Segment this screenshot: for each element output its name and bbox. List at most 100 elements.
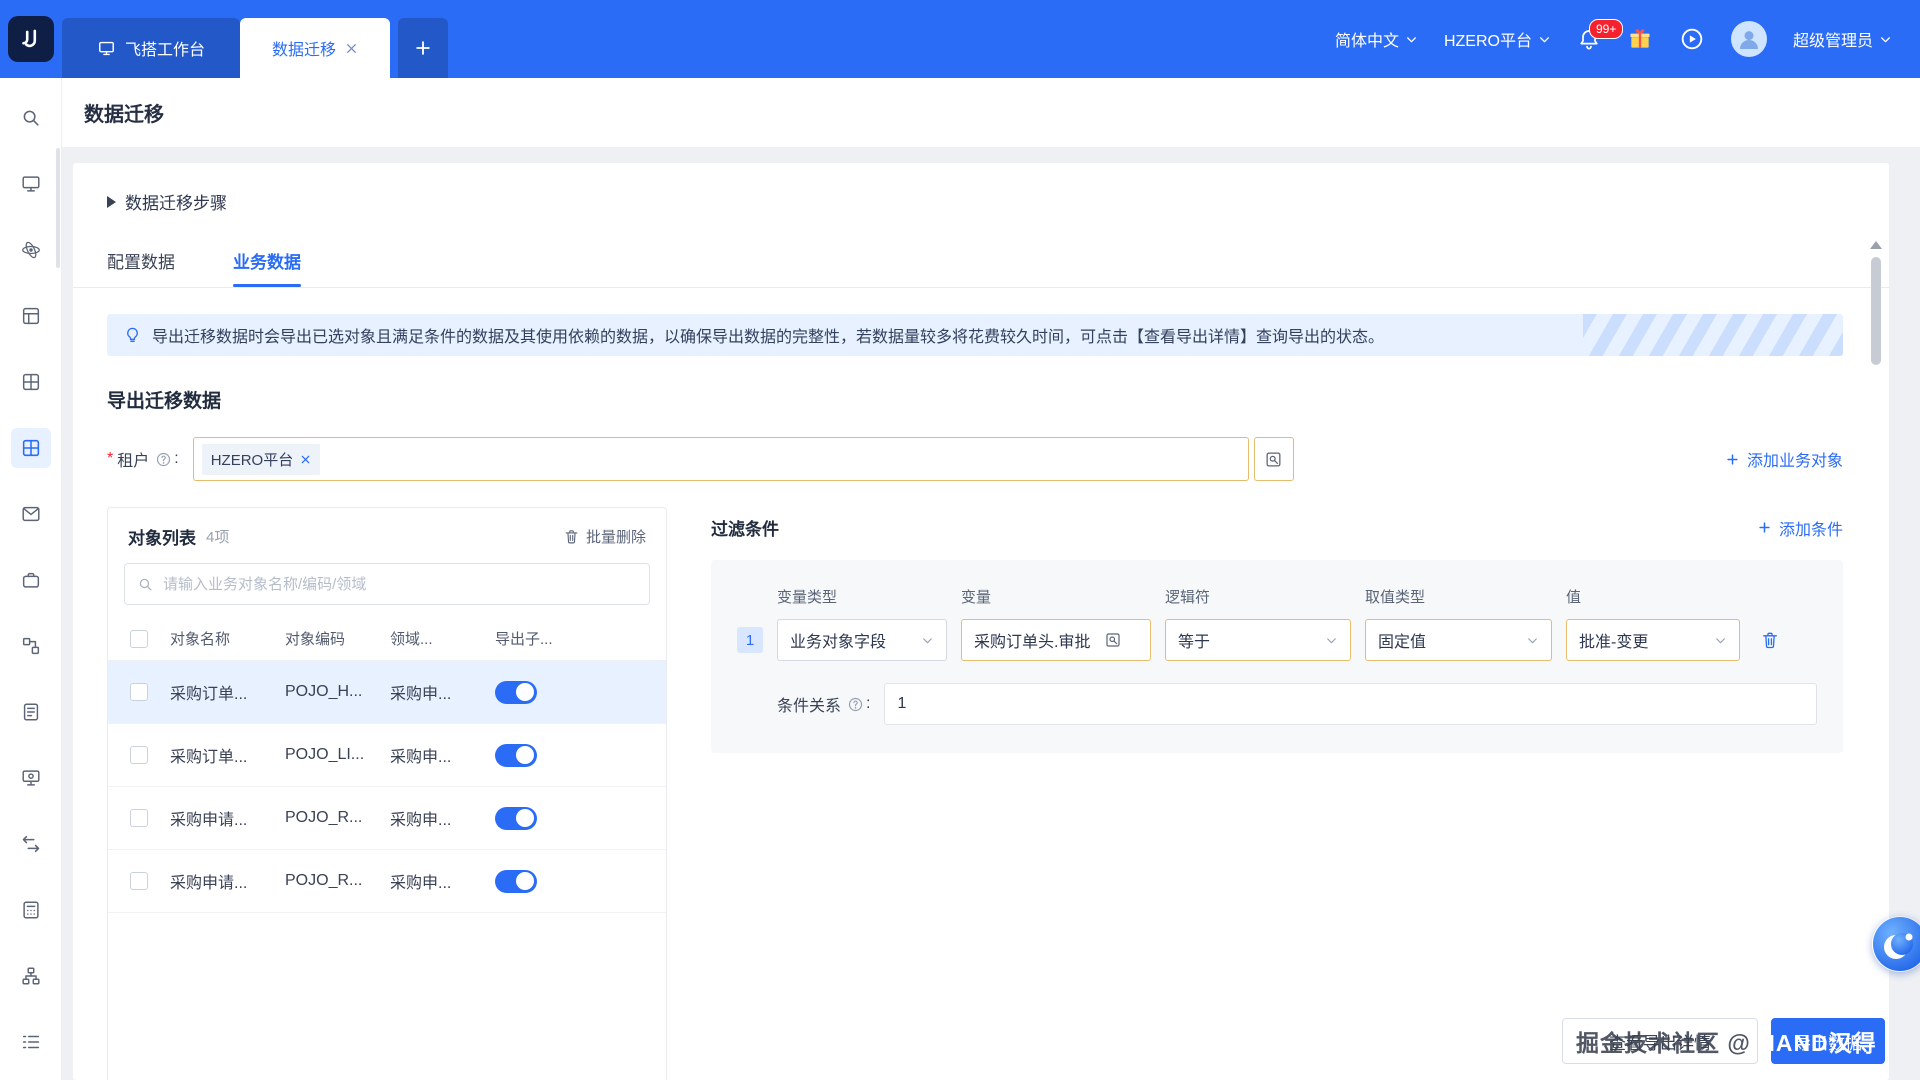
tip-bulb-icon xyxy=(127,327,138,342)
tab-workbench[interactable]: 飞搭工作台 xyxy=(62,18,240,78)
operator-select[interactable]: 等于 xyxy=(1165,619,1351,661)
sidebar-item-tables-1[interactable] xyxy=(11,296,51,336)
row-checkbox[interactable] xyxy=(130,683,148,701)
object-name: 采购订单... xyxy=(170,686,248,703)
sidebar-item-model[interactable] xyxy=(11,230,51,270)
export-children-toggle[interactable] xyxy=(495,743,537,767)
export-children-toggle[interactable] xyxy=(495,806,537,830)
label-value-type: 取值类型 xyxy=(1365,589,1426,606)
object-code: POJO_H... xyxy=(285,683,363,700)
tag-remove-icon[interactable] xyxy=(300,454,311,465)
object-name: 采购订单... xyxy=(170,749,248,766)
vertical-scrollbar xyxy=(1869,241,1883,365)
sidebar-item-data-migration[interactable] xyxy=(10,428,51,468)
notifications-button[interactable]: 99+ xyxy=(1577,19,1624,51)
chat-widget-button[interactable] xyxy=(1872,916,1920,972)
view-export-details-button[interactable]: 查看导出详情 xyxy=(1562,1018,1758,1064)
banner-stripes-decoration xyxy=(1583,314,1843,356)
relation-input[interactable] xyxy=(884,683,1817,725)
add-business-object-label: 添加业务对象 xyxy=(1746,453,1843,470)
delete-condition-button[interactable] xyxy=(1760,630,1780,650)
sidebar-item-workbench[interactable] xyxy=(11,164,51,204)
sidebar-item-monitor-config[interactable] xyxy=(11,758,51,798)
plus-icon xyxy=(1759,522,1770,533)
sidebar-item-tables-2[interactable] xyxy=(11,362,51,402)
export-children-toggle[interactable] xyxy=(495,869,537,893)
scrollbar-thumb[interactable] xyxy=(1871,257,1881,365)
object-domain: 采购申... xyxy=(390,875,452,892)
row-checkbox[interactable] xyxy=(130,746,148,764)
add-condition-link[interactable]: 添加条件 xyxy=(1757,516,1843,540)
sidebar-item-org[interactable] xyxy=(11,956,51,996)
add-tab-button[interactable] xyxy=(398,18,448,78)
export-children-toggle[interactable] xyxy=(495,680,537,704)
column-object-name: 对象名称 xyxy=(170,631,231,648)
avatar[interactable] xyxy=(1730,21,1767,57)
trash-icon xyxy=(1763,632,1777,649)
batch-delete-button[interactable]: 批量删除 xyxy=(563,526,646,547)
user-menu[interactable]: 超级管理员 xyxy=(1793,27,1892,51)
object-table-header: 对象名称 对象编码 领域... 导出子... xyxy=(108,617,666,661)
help-icon[interactable] xyxy=(847,696,864,713)
label-operator: 逻辑符 xyxy=(1165,589,1211,606)
briefcase-icon xyxy=(22,572,39,588)
help-icon[interactable] xyxy=(155,451,172,468)
language-label: 简体中文 xyxy=(1334,33,1399,50)
relation-colon: : xyxy=(866,695,871,712)
tab-config-data[interactable]: 配置数据 xyxy=(107,248,175,287)
value-value: 批准-变更 xyxy=(1579,634,1649,651)
monitor-icon xyxy=(21,176,40,192)
tab-business-data[interactable]: 业务数据 xyxy=(233,248,301,287)
search-icon xyxy=(139,578,152,590)
app-logo[interactable] xyxy=(0,0,62,78)
tab-data-migration[interactable]: 数据迁移 xyxy=(240,18,390,78)
row-checkbox[interactable] xyxy=(130,872,148,890)
export-data-button[interactable]: 导出数据 xyxy=(1771,1018,1885,1064)
tenant-lookup-button[interactable] xyxy=(1253,437,1294,481)
select-all-checkbox[interactable] xyxy=(130,629,148,648)
tenant-multiselect-input[interactable]: HZERO平台 xyxy=(192,437,1249,481)
value-type-select[interactable]: 固定值 xyxy=(1365,619,1552,661)
table-row[interactable]: 采购订单... POJO_LI... 采购申... xyxy=(108,724,666,787)
tenant-dropdown[interactable]: HZERO平台 xyxy=(1444,27,1551,51)
window-tabs: 飞搭工作台 数据迁移 xyxy=(62,0,448,78)
sidebar-item-transfer[interactable] xyxy=(11,824,51,864)
language-dropdown[interactable]: 简体中文 xyxy=(1335,27,1418,51)
search-button[interactable] xyxy=(11,98,51,138)
sidebar-item-apps[interactable] xyxy=(11,560,51,600)
object-count: 4项 xyxy=(206,529,230,546)
play-circle-icon xyxy=(1681,28,1703,50)
tenant-tag-label: HZERO平台 xyxy=(210,451,294,469)
row-checkbox[interactable] xyxy=(130,809,148,827)
table-row[interactable]: 采购申请... POJO_R... 采购申... xyxy=(108,850,666,913)
app-logo-icon xyxy=(8,16,54,62)
table-row[interactable]: 采购订单... POJO_H... 采购申... xyxy=(108,661,666,724)
tab-close-icon[interactable] xyxy=(345,42,358,55)
swap-icon xyxy=(22,835,39,853)
steps-collapse[interactable]: 数据迁移步骤 xyxy=(107,189,1843,214)
variable-input[interactable] xyxy=(974,631,1104,649)
rewards-button[interactable] xyxy=(1627,26,1653,52)
sidebar-item-flow[interactable] xyxy=(11,626,51,666)
footer-actions: 查看导出详情 导出数据 掘金技术社区 @ HAND汉得 xyxy=(1562,1018,1885,1064)
sidebar-item-forms[interactable] xyxy=(11,692,51,732)
table-row[interactable]: 采购申请... POJO_R... 采购申... xyxy=(108,787,666,850)
sidebar-item-list[interactable] xyxy=(11,1022,51,1062)
add-business-object-link[interactable]: 添加业务对象 xyxy=(1725,447,1843,471)
filter-condition-row: 1 业务对象字段 等于 xyxy=(737,619,1817,661)
variable-lov-field[interactable] xyxy=(961,619,1151,661)
username-label: 超级管理员 xyxy=(1792,33,1873,50)
main-area: 数据迁移 数据迁移步骤 配置数据 业务数据 导出迁移数据时会导出已选对象且满足条… xyxy=(62,78,1920,1080)
value-select[interactable]: 批准-变更 xyxy=(1566,619,1740,661)
var-type-select[interactable]: 业务对象字段 xyxy=(777,619,947,661)
scrollbar-up-arrow[interactable] xyxy=(1870,241,1882,249)
column-object-code: 对象编码 xyxy=(285,631,346,648)
object-search-input[interactable] xyxy=(163,575,637,593)
guide-button[interactable] xyxy=(1679,26,1705,52)
sidebar-scrollbar[interactable] xyxy=(56,148,60,268)
lookup-icon[interactable] xyxy=(1104,631,1122,649)
object-code: POJO_R... xyxy=(285,872,363,889)
sidebar-item-calc[interactable] xyxy=(11,890,51,930)
user-icon xyxy=(1739,31,1758,49)
sidebar-item-messages[interactable] xyxy=(11,494,51,534)
